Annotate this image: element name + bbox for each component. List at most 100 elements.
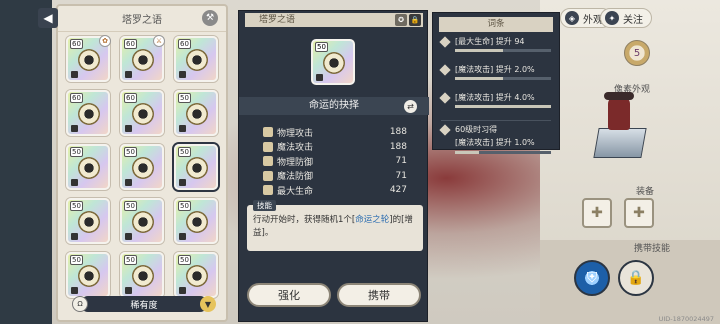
stat-value: 71 (395, 156, 407, 167)
rarity-label: 稀有度 (130, 300, 158, 311)
card-lock-icon (125, 125, 132, 132)
equip-slot-2[interactable]: ✚ (624, 198, 654, 228)
card-emblem-icon (78, 265, 100, 287)
detail-title-bar: 塔罗之语 ✪ 🔒 (245, 13, 423, 27)
card-item[interactable]: 60 (66, 90, 110, 136)
card-item[interactable]: 50 (120, 198, 164, 244)
stat-row: 物理攻击 188 (263, 125, 407, 140)
card-emblem-icon (186, 157, 208, 179)
swap-icon[interactable]: ⇄ (404, 100, 417, 113)
entries-title: 词条 (439, 17, 553, 32)
follow-button[interactable]: ✦ 关注 (600, 8, 652, 28)
skill-slot-1[interactable]: ⛨ (574, 260, 610, 296)
character-pedestal (593, 128, 647, 158)
diamond-icon (439, 36, 451, 48)
card-level: 50 (178, 93, 191, 103)
card-level: 60 (70, 39, 83, 49)
selected-card-level: 50 (315, 42, 328, 52)
card-item[interactable]: 50 (66, 252, 110, 298)
card-lock-icon (125, 287, 132, 294)
card-lock-icon (179, 287, 186, 294)
card-equipped-badge-icon: ✿ (99, 35, 111, 47)
lock-icon: 🔒 (627, 270, 645, 286)
entry-row: [魔法攻击] 提升 4.0% (439, 92, 551, 116)
card-equipped-badge-icon: ⚔ (153, 35, 165, 47)
card-emblem-icon (186, 103, 208, 125)
card-item[interactable]: 50 (66, 198, 110, 244)
entry-text: [魔法攻击] 提升 4.0% (455, 93, 535, 102)
card-item[interactable]: 60 (120, 90, 164, 136)
level-badge[interactable]: 5 (624, 40, 650, 66)
skill-tag: 技能 (253, 200, 276, 211)
card-emblem-icon (78, 49, 100, 71)
card-item[interactable]: 50 (174, 198, 218, 244)
card-item[interactable]: 50 (174, 252, 218, 298)
skill-description: 技能 行动开始时，获得随机1个[命运之轮]的[增益]。 (247, 200, 423, 251)
enhance-button[interactable]: 强化 (247, 283, 331, 307)
card-lock-icon (125, 179, 132, 186)
physical-attack-icon (263, 127, 273, 138)
card-list-header: 塔罗之语 ⚒ (58, 6, 226, 32)
skill-slot-2[interactable]: 🔒 (618, 260, 654, 296)
card-item[interactable]: 50 (66, 144, 110, 190)
card-item[interactable]: 50 (120, 144, 164, 190)
card-lock-icon (179, 233, 186, 240)
hammer-icon[interactable]: ⚒ (202, 10, 218, 26)
stat-value: 188 (389, 127, 407, 138)
card-item[interactable]: 50 (120, 252, 164, 298)
rarity-sort-button[interactable]: Ω 稀有度 ▼ (72, 296, 216, 312)
card-emblem-icon (323, 52, 345, 74)
card-emblem-icon (186, 211, 208, 233)
card-lock-icon (179, 125, 186, 132)
skill-keyword-link[interactable]: 命运之轮 (355, 215, 389, 225)
card-level: 50 (70, 255, 83, 265)
stat-row: 魔法攻击 188 (263, 140, 407, 155)
stats-list: 物理攻击 188 魔法攻击 188 物理防御 71 魔法防御 71 最大生命 4… (263, 125, 407, 198)
outfit-icon: ◈ (565, 11, 579, 25)
card-lock-icon (71, 179, 78, 186)
card-item[interactable]: 60 ⚔ (120, 35, 165, 82)
card-level: 50 (70, 147, 83, 157)
diamond-icon (439, 92, 451, 104)
skill-text: 行动开始时，获得随机1个[命运之轮]的[增益]。 (253, 215, 413, 238)
card-level: 60 (124, 93, 137, 103)
shield-skill-icon: ⛨ (586, 270, 598, 286)
card-emblem-icon (78, 103, 100, 125)
uid-text: UID-1870024497 (658, 315, 714, 323)
card-item[interactable]: 50 (174, 144, 218, 190)
back-arrow-icon[interactable]: ◀ (38, 8, 58, 28)
card-emblem-icon (78, 157, 100, 179)
card-level: 60 (178, 39, 191, 49)
card-level: 50 (124, 147, 137, 157)
card-detail-panel: 塔罗之语 ✪ 🔒 50 命运的抉择 ⇄ 物理攻击 188 魔法攻击 188 物理… (238, 10, 429, 322)
background-left-edge (0, 0, 52, 324)
card-item[interactable]: 60 (174, 36, 218, 82)
plus-icon: ✚ (591, 205, 603, 221)
filter-icon[interactable]: ▼ (200, 296, 216, 312)
card-item[interactable]: 60 ✿ (66, 35, 111, 82)
entry-progress-bar (455, 49, 551, 52)
card-item[interactable]: 50 (174, 90, 218, 136)
card-emblem-icon (132, 265, 154, 287)
plus-icon: ✚ (633, 205, 645, 221)
card-level: 50 (70, 201, 83, 211)
stat-row: 最大生命 427 (263, 183, 407, 198)
star-icon[interactable]: ✪ (395, 14, 407, 26)
selected-card-image: 50 (311, 39, 355, 85)
card-lock-icon (179, 179, 186, 186)
card-emblem-icon (132, 157, 154, 179)
physical-defense-icon (263, 156, 273, 167)
card-emblem-icon (186, 265, 208, 287)
card-lock-icon (179, 71, 186, 78)
character-sprite (608, 96, 630, 130)
card-lock-icon (71, 233, 78, 240)
equip-button[interactable]: 携带 (337, 283, 421, 307)
unlock-progress-bar (455, 151, 551, 154)
card-level: 50 (178, 255, 191, 265)
pixel-character[interactable] (590, 92, 650, 162)
entry-progress-bar (455, 77, 551, 80)
lock-icon[interactable]: 🔒 (409, 14, 421, 26)
diamond-icon (439, 64, 451, 76)
equip-slot-1[interactable]: ✚ (582, 198, 612, 228)
carry-skill-label: 携带技能 (634, 244, 671, 254)
